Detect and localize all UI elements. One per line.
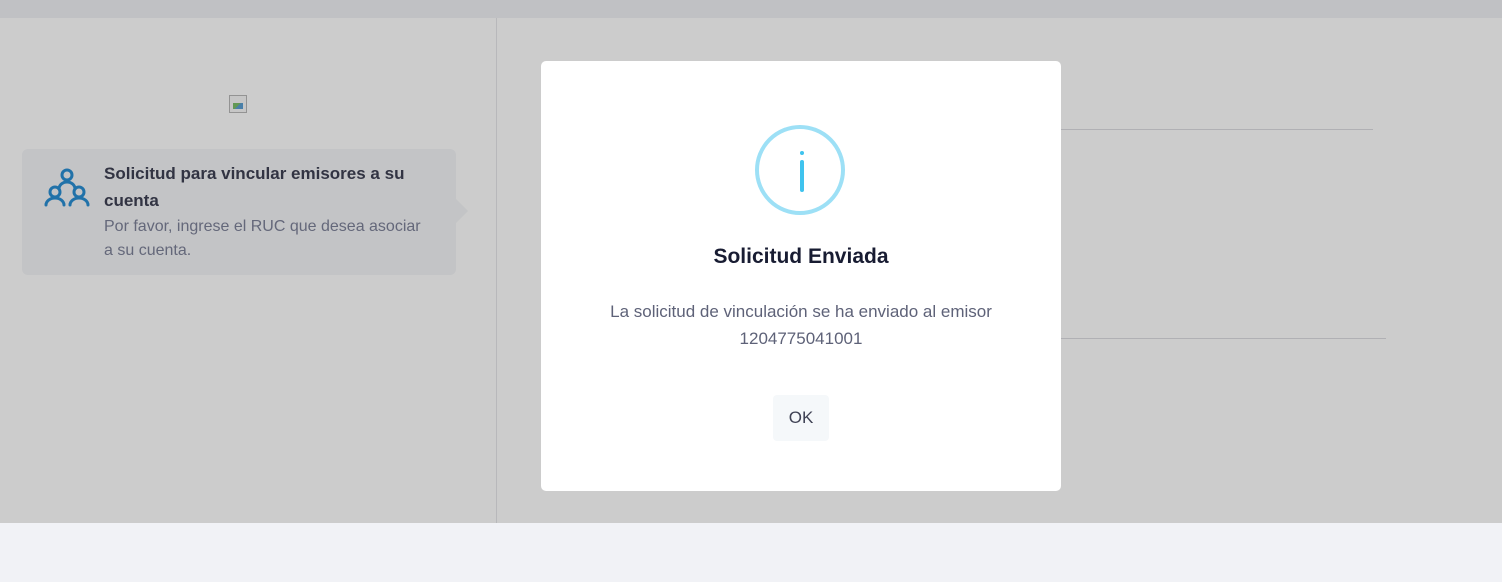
alert-dialog: Solicitud Enviada La solicitud de vincul… — [541, 61, 1061, 491]
ok-button[interactable]: OK — [773, 395, 829, 441]
dialog-message-line: La solicitud de vinculación se ha enviad… — [610, 302, 992, 321]
footer-strip — [0, 523, 1502, 582]
dialog-title: Solicitud Enviada — [713, 245, 889, 268]
info-icon — [755, 125, 845, 215]
dialog-message: La solicitud de vinculación se ha enviad… — [571, 298, 1031, 352]
info-icon-bar — [800, 160, 804, 192]
info-icon-dot — [800, 151, 804, 155]
dialog-message-ruc: 1204775041001 — [739, 329, 863, 348]
